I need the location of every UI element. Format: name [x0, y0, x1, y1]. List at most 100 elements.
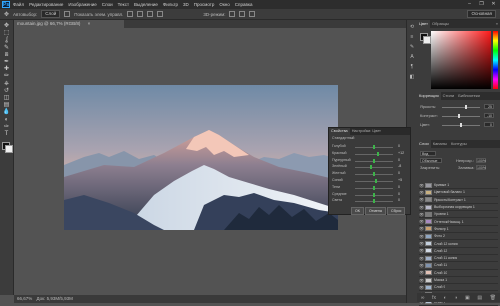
color-balance-thumb[interactable]: [373, 199, 375, 204]
layer-row[interactable]: 👁 Кривые 1: [419, 182, 498, 190]
color-balance-value[interactable]: 0: [398, 158, 400, 162]
quick-select-icon[interactable]: ✎: [2, 45, 11, 52]
auto-select-label[interactable]: Автовыбор:: [13, 12, 37, 17]
trash-icon[interactable]: 🗑: [490, 295, 496, 301]
layer-row[interactable]: 👁 Слой 12: [419, 248, 498, 255]
brush-preset-icon[interactable]: ✎: [409, 44, 415, 50]
color-balance-thumb[interactable]: [373, 172, 375, 177]
add-mask-icon[interactable]: ◐: [444, 295, 447, 301]
layer-row[interactable]: 👁 Слой 10: [419, 270, 498, 277]
adjust-value[interactable]: 0: [484, 122, 494, 127]
color-balance-value[interactable]: 0: [398, 198, 400, 202]
stamp-icon[interactable]: ⎈: [2, 81, 11, 88]
color-picker-field[interactable]: [431, 31, 491, 89]
color-balance-value[interactable]: -8: [398, 164, 401, 168]
color-balance-thumb[interactable]: [376, 151, 379, 156]
color-balance-value[interactable]: +5: [398, 178, 402, 182]
crop-icon[interactable]: ⧈: [2, 52, 11, 59]
visibility-eye-icon[interactable]: 👁: [419, 226, 424, 231]
lasso-icon[interactable]: ʆ: [2, 37, 11, 44]
cancel-button[interactable]: Отмена: [365, 207, 386, 215]
adjust-slider-thumb[interactable]: [464, 105, 467, 109]
menu-image[interactable]: Изображение: [68, 2, 96, 7]
layer-row[interactable]: 👁 Выборочная коррекция 1: [419, 204, 498, 212]
align-right-icon[interactable]: [147, 11, 154, 17]
color-balance-value[interactable]: 0: [398, 144, 400, 148]
move-icon[interactable]: ✥: [2, 23, 11, 30]
menu-help[interactable]: Справка: [235, 2, 253, 7]
properties-icon[interactable]: ≡: [409, 34, 415, 40]
hue-slider[interactable]: [493, 31, 498, 89]
document-size[interactable]: Док: 5,93M/5,93M: [37, 296, 73, 301]
menu-type[interactable]: Текст: [118, 2, 129, 7]
tab-styles[interactable]: Стили: [441, 92, 457, 100]
distribute-icon[interactable]: [157, 11, 164, 17]
minimize-button[interactable]: –: [465, 1, 474, 7]
move-tool-icon[interactable]: ✥: [4, 11, 9, 18]
tab-channels[interactable]: Каналы: [431, 140, 449, 148]
tab-color[interactable]: Цвет: [417, 20, 430, 28]
type-icon[interactable]: T: [2, 131, 11, 138]
fx-icon[interactable]: fx: [432, 295, 436, 301]
adjust-slider[interactable]: [442, 107, 480, 108]
color-balance-value[interactable]: 0: [398, 192, 400, 196]
align-left-icon[interactable]: [127, 11, 134, 17]
reset-button[interactable]: Сброс: [387, 207, 406, 215]
preset-dropdown[interactable]: Стандартный: [332, 136, 354, 140]
color-balance-thumb[interactable]: [369, 165, 372, 170]
transform-controls-checkbox[interactable]: [64, 11, 71, 17]
visibility-eye-icon[interactable]: 👁: [419, 197, 424, 202]
character-icon[interactable]: A: [409, 54, 415, 60]
layers-comp-icon[interactable]: ◧: [409, 74, 415, 80]
layer-row[interactable]: 👁 Маска 1: [419, 277, 498, 285]
layer-row[interactable]: 👁 Фото 2: [419, 233, 498, 241]
collapse-panels-icon[interactable]: »: [494, 20, 500, 28]
tab-paths[interactable]: Контуры: [449, 140, 469, 148]
history-icon[interactable]: ⟲: [409, 24, 415, 30]
menu-edit[interactable]: Редактирование: [29, 2, 63, 7]
layer-row[interactable]: 👁 Слой 11: [419, 262, 498, 270]
zoom-level[interactable]: 66,67%: [17, 296, 32, 301]
visibility-eye-icon[interactable]: 👁: [419, 219, 424, 224]
fill-input[interactable]: 100%: [476, 165, 486, 170]
canvas-image[interactable]: [64, 85, 338, 230]
visibility-eye-icon[interactable]: 👁: [419, 183, 424, 188]
color-balance-thumb[interactable]: [373, 192, 375, 197]
layer-row[interactable]: 👁 Слой 11 копия: [419, 255, 498, 263]
adjust-slider-thumb[interactable]: [458, 114, 461, 118]
eyedropper-icon[interactable]: ✒: [2, 59, 11, 66]
tab-color-settings[interactable]: Настройки: Цвет: [350, 128, 383, 135]
menu-view[interactable]: Просмотр: [194, 2, 215, 7]
new-group-icon[interactable]: ▣: [465, 295, 470, 301]
color-balance-value[interactable]: 0: [398, 185, 400, 189]
color-balance-thumb[interactable]: [373, 145, 375, 149]
maximize-button[interactable]: ❐: [477, 1, 486, 7]
color-balance-value[interactable]: +12: [398, 151, 404, 155]
visibility-eye-icon[interactable]: 👁: [419, 278, 424, 283]
tab-layers[interactable]: Слои: [417, 140, 431, 148]
paragraph-icon[interactable]: ¶: [409, 64, 415, 70]
menu-filter[interactable]: Фильтр: [163, 2, 178, 7]
visibility-eye-icon[interactable]: 👁: [419, 263, 424, 268]
layer-row[interactable]: 👁 Яркость/Контраст 1: [419, 197, 498, 204]
visibility-eye-icon[interactable]: 👁: [419, 256, 424, 261]
color-balance-thumb[interactable]: [373, 158, 375, 163]
panel-background-swatch[interactable]: [423, 36, 431, 44]
blur-icon[interactable]: 💧: [2, 109, 11, 116]
close-document-icon[interactable]: ×: [88, 21, 91, 26]
menu-window[interactable]: Окно: [219, 2, 229, 7]
adjust-slider[interactable]: [442, 116, 480, 117]
menu-file[interactable]: Файл: [13, 2, 24, 7]
new-layer-icon[interactable]: ▤: [477, 295, 482, 301]
adjustment-layer-icon[interactable]: ◑: [454, 295, 457, 301]
3d-rotate-icon[interactable]: [229, 11, 236, 17]
tab-libraries[interactable]: Библиотеки: [456, 92, 482, 100]
visibility-eye-icon[interactable]: 👁: [419, 270, 424, 275]
tab-properties[interactable]: Свойства: [329, 128, 350, 135]
layer-row[interactable]: 👁 Цветовой баланс 1: [419, 189, 498, 197]
brush-icon[interactable]: ✏: [2, 73, 11, 80]
visibility-eye-icon[interactable]: 👁: [419, 212, 424, 217]
workspace-dropdown[interactable]: Основная: [467, 10, 496, 18]
menu-layer[interactable]: Слои: [102, 2, 113, 7]
close-window-button[interactable]: ✕: [489, 1, 498, 7]
